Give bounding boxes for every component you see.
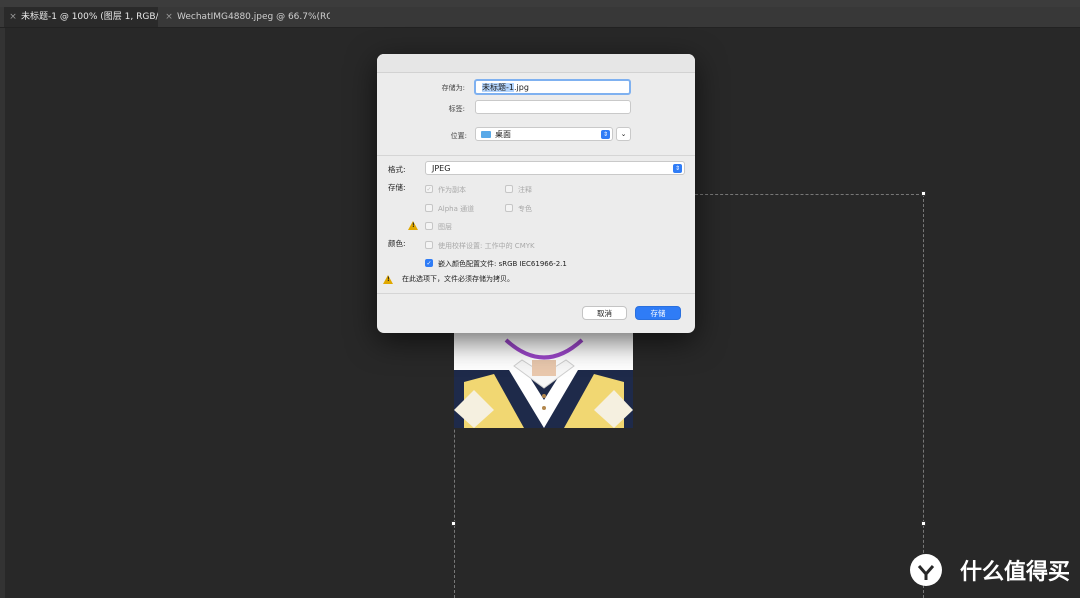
watermark-logo-icon: [910, 554, 942, 586]
transform-handle-top-right[interactable]: [921, 191, 926, 196]
warning-icon: !: [383, 275, 393, 284]
location-popup[interactable]: 桌面 ⇕: [475, 127, 613, 141]
tags-field[interactable]: [475, 100, 631, 114]
expand-button[interactable]: ⌄: [616, 127, 631, 141]
format-popup[interactable]: JPEG ⇕: [425, 161, 685, 175]
left-panel-edge: [0, 28, 5, 598]
tags-label: 标签:: [448, 105, 465, 113]
chevron-updown-icon: ⇕: [673, 164, 682, 173]
watermark-text: 什么值得买: [959, 560, 1070, 585]
divider: [377, 293, 695, 294]
alpha-label: Alpha 通道: [438, 205, 475, 213]
transform-handle-left-mid[interactable]: [451, 521, 456, 526]
save-section-label: 存储:: [388, 183, 406, 192]
notes-label: 注释: [518, 186, 532, 194]
copy-warning-text: 在此选项下，文件必须存储为拷贝。: [402, 275, 514, 283]
layers-label: 图层: [438, 223, 452, 231]
as-copy-checkbox[interactable]: ✓: [425, 185, 433, 193]
alpha-checkbox[interactable]: [425, 204, 433, 212]
save-as-dialog: 存储为: 未标题-1.jpg 标签: 位置: 桌面 ⇕ ⌄ 格式: JPEG ⇕…: [377, 54, 695, 333]
save-as-extension: .jpg: [513, 83, 529, 92]
proof-setup-label: 使用校样设置: 工作中的 CMYK: [438, 242, 535, 250]
dialog-titlebar: [377, 54, 695, 73]
cancel-button[interactable]: 取消: [582, 306, 627, 320]
as-copy-label: 作为副本: [438, 186, 466, 194]
photo-layer: [454, 330, 633, 428]
portrait-image: [454, 330, 633, 428]
spot-checkbox[interactable]: [505, 204, 513, 212]
embed-profile-label: 嵌入颜色配置文件: sRGB IEC61966-2.1: [438, 260, 567, 268]
location-label: 位置:: [450, 132, 467, 140]
location-value: 桌面: [495, 130, 511, 139]
save-as-field[interactable]: 未标题-1.jpg: [474, 79, 631, 95]
menu-strip: [0, 0, 1080, 7]
proof-setup-checkbox[interactable]: [425, 241, 433, 249]
close-icon[interactable]: ×: [8, 7, 18, 27]
tab-label: WechatIMG4880.jpeg @ 66.7%(RGB/8): [177, 12, 330, 22]
spot-label: 专色: [518, 205, 532, 213]
tab-wechat-image[interactable]: ×WechatIMG4880.jpeg @ 66.7%(RGB/8): [160, 7, 330, 27]
notes-checkbox[interactable]: [505, 185, 513, 193]
save-as-selected-text: 未标题-1: [482, 83, 514, 92]
save-button[interactable]: 存储: [635, 306, 681, 320]
close-icon[interactable]: ×: [164, 7, 174, 27]
embed-profile-checkbox[interactable]: ✓: [425, 259, 433, 267]
color-label: 颜色:: [388, 239, 406, 248]
warning-icon: !: [408, 221, 418, 230]
divider: [377, 155, 695, 156]
transform-handle-right-mid[interactable]: [921, 521, 926, 526]
layers-checkbox[interactable]: [425, 222, 433, 230]
chevron-down-icon: ⌄: [620, 130, 627, 138]
tab-label: 未标题-1 @ 100% (图层 1, RGB/8) *: [21, 12, 158, 22]
chevron-updown-icon: ⇕: [601, 130, 610, 139]
document-tab-bar: ×未标题-1 @ 100% (图层 1, RGB/8) * ×WechatIMG…: [0, 7, 1080, 28]
tab-untitled-1[interactable]: ×未标题-1 @ 100% (图层 1, RGB/8) *: [4, 7, 158, 27]
format-label: 格式:: [388, 165, 406, 174]
save-as-label: 存储为:: [441, 84, 465, 92]
folder-icon: [481, 131, 491, 138]
format-value: JPEG: [432, 164, 451, 173]
